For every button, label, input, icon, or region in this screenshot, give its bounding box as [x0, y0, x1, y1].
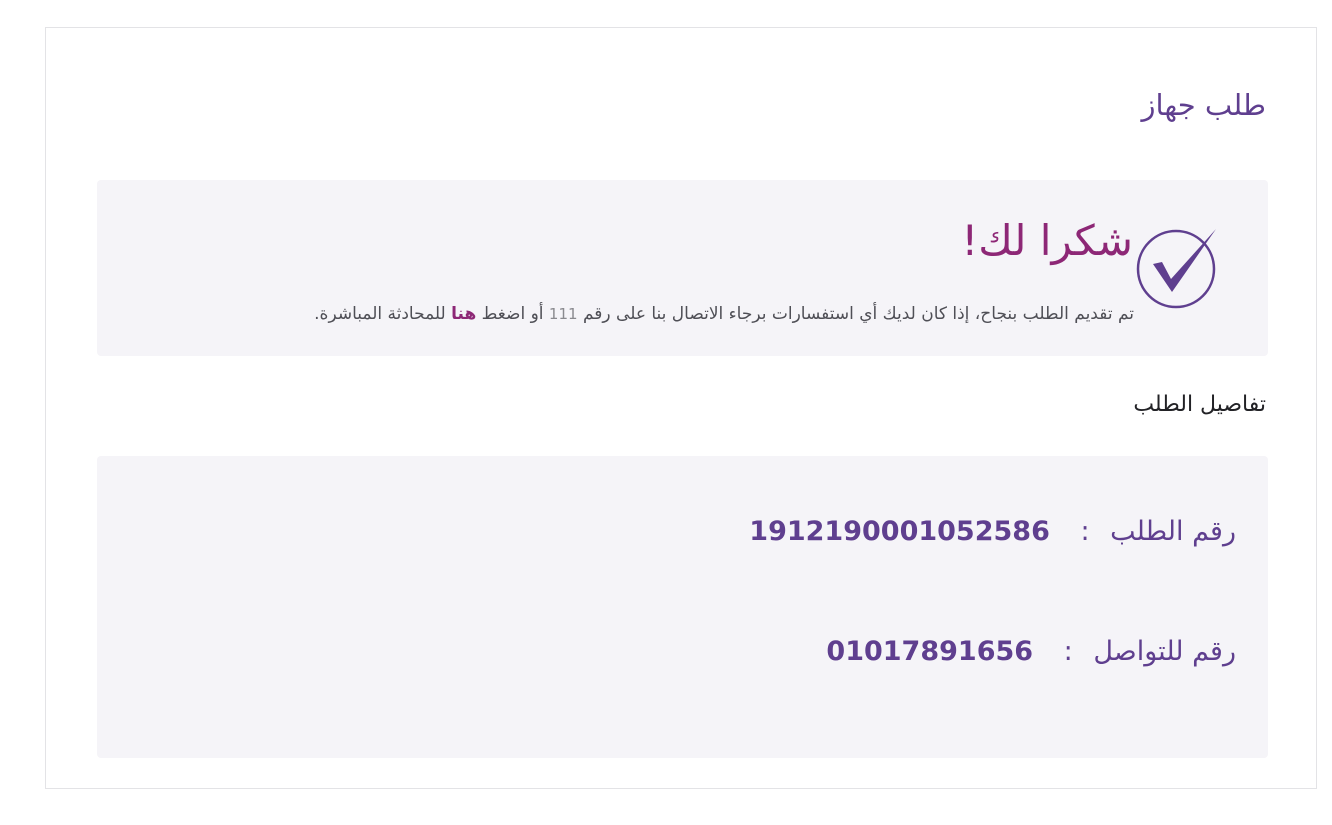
order-details-panel: رقم الطلب : 1912190001052586 رقم للتواصل… — [97, 456, 1268, 758]
success-message-text: تم تقديم الطلب بنجاح، إذا كان لديك أي اس… — [582, 304, 1134, 324]
order-number-label: رقم الطلب — [1110, 516, 1236, 547]
success-panel: شكرا لك! تم تقديم الطلب بنجاح، إذا كان ل… — [97, 180, 1268, 356]
live-chat-link[interactable]: هنا — [451, 304, 476, 324]
request-card: طلب جهاز شكرا لك! تم تقديم الطلب بنجاح، … — [45, 27, 1317, 789]
page-title: طلب جهاز — [1141, 88, 1266, 122]
separator: : — [1063, 636, 1073, 667]
order-number-row: رقم الطلب : 1912190001052586 — [749, 516, 1236, 547]
hotline-number: 111 — [548, 305, 578, 323]
order-number-value: 1912190001052586 — [749, 516, 1050, 547]
thanks-title: شكرا لك! — [961, 216, 1133, 265]
contact-number-row: رقم للتواصل : 01017891656 — [826, 636, 1236, 667]
contact-number-value: 01017891656 — [826, 636, 1034, 667]
success-message: تم تقديم الطلب بنجاح، إذا كان لديك أي اس… — [314, 304, 1134, 324]
contact-number-label: رقم للتواصل — [1093, 636, 1236, 667]
success-message-middle: أو اضغط — [481, 304, 544, 324]
order-details-heading: تفاصيل الطلب — [1133, 392, 1266, 417]
separator: : — [1080, 516, 1090, 547]
success-message-end: للمحادثة المباشرة. — [314, 304, 446, 324]
check-circle-icon — [1136, 229, 1216, 309]
